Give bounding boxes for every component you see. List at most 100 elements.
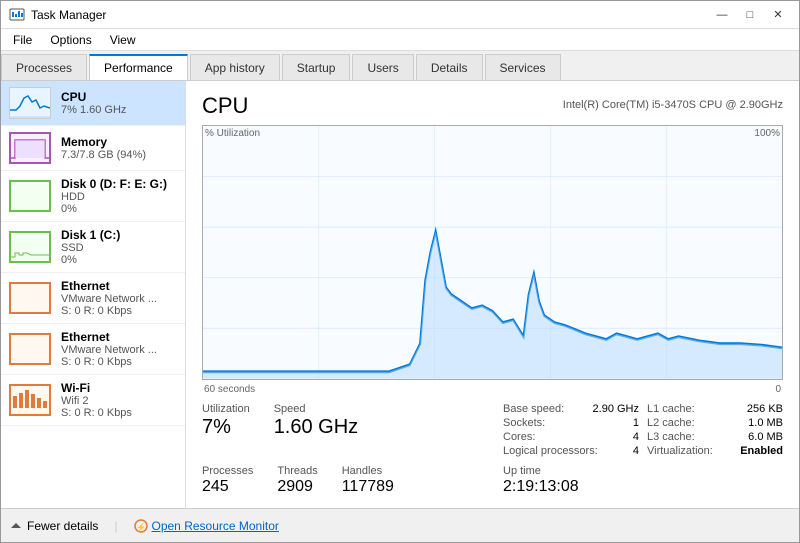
chart-x-labels: 60 seconds 0: [202, 384, 783, 395]
tab-app-history[interactable]: App history: [190, 54, 280, 80]
tab-details[interactable]: Details: [416, 54, 483, 80]
sidebar-item-cpu[interactable]: CPU 7% 1.60 GHz: [1, 81, 185, 126]
eth0-sub2: S: 0 R: 0 Kbps: [61, 305, 177, 317]
tab-performance[interactable]: Performance: [89, 54, 188, 80]
l1-val: 256 KB: [747, 403, 783, 415]
window-title: Task Manager: [31, 8, 106, 22]
utilization-label: Utilization: [202, 403, 250, 415]
memory-info: Memory 7.3/7.8 GB (94%): [61, 135, 177, 161]
chart-y-max: 100%: [754, 128, 780, 139]
eth0-sub1: VMware Network ...: [61, 293, 177, 305]
threads-label: Threads: [277, 465, 317, 477]
app-icon: [9, 7, 25, 23]
stat-threads: Threads 2909: [277, 465, 317, 496]
l2-key: L2 cache:: [647, 417, 695, 429]
content-area: CPU 7% 1.60 GHz Memory 7.3/7.8 GB (94%): [1, 81, 799, 508]
l3-val: 6.0 MB: [748, 431, 783, 443]
base-speed-val: 2.90 GHz: [593, 403, 639, 415]
stat-uptime: Up time 2:19:13:08: [503, 465, 783, 496]
svg-text:⚡: ⚡: [136, 522, 146, 532]
close-button[interactable]: ✕: [765, 5, 791, 25]
disk1-sub2: 0%: [61, 254, 177, 266]
detail-l3: L3 cache: 6.0 MB: [647, 431, 783, 443]
resource-monitor-label: Open Resource Monitor: [152, 519, 279, 533]
processes-value: 245: [202, 477, 253, 496]
tab-users[interactable]: Users: [352, 54, 413, 80]
tab-startup[interactable]: Startup: [282, 54, 351, 80]
disk0-name: Disk 0 (D: F: E: G:): [61, 177, 177, 191]
eth0-name: Ethernet: [61, 279, 177, 293]
disk1-thumb: [9, 231, 51, 263]
disk0-info: Disk 0 (D: F: E: G:) HDD 0%: [61, 177, 177, 215]
handles-label: Handles: [342, 465, 394, 477]
eth1-sub2: S: 0 R: 0 Kbps: [61, 356, 177, 368]
speed-value: 1.60 GHz: [274, 415, 358, 439]
stats-row2: Processes 245 Threads 2909 Handles 11778…: [202, 465, 783, 496]
threads-value: 2909: [277, 477, 317, 496]
eth1-info: Ethernet VMware Network ... S: 0 R: 0 Kb…: [61, 330, 177, 368]
memory-sub: 7.3/7.8 GB (94%): [61, 149, 177, 161]
maximize-button[interactable]: □: [737, 5, 763, 25]
stat-processes: Processes 245: [202, 465, 253, 496]
title-bar: Task Manager — □ ✕: [1, 1, 799, 29]
l2-val: 1.0 MB: [748, 417, 783, 429]
cpu-sub: 7% 1.60 GHz: [61, 104, 177, 116]
cores-val: 4: [633, 431, 639, 443]
l3-key: L3 cache:: [647, 431, 695, 443]
minimize-button[interactable]: —: [709, 5, 735, 25]
base-speed-key: Base speed:: [503, 403, 564, 415]
detail-sockets: Sockets: 1: [503, 417, 639, 429]
sidebar-item-eth0[interactable]: Ethernet VMware Network ... S: 0 R: 0 Kb…: [1, 273, 185, 324]
detail-virt: Virtualization: Enabled: [647, 445, 783, 457]
fewer-details-button[interactable]: Fewer details: [9, 519, 98, 533]
menu-options[interactable]: Options: [42, 31, 99, 49]
wifi-name: Wi-Fi: [61, 381, 177, 395]
disk0-sub2: 0%: [61, 203, 177, 215]
sidebar-item-memory[interactable]: Memory 7.3/7.8 GB (94%): [1, 126, 185, 171]
main-header: CPU Intel(R) Core(TM) i5-3470S CPU @ 2.9…: [202, 93, 783, 119]
stat-utilization: Utilization 7%: [202, 403, 250, 457]
sidebar-item-disk1[interactable]: Disk 1 (C:) SSD 0%: [1, 222, 185, 273]
fewer-details-label: Fewer details: [27, 519, 98, 533]
chart-x-right: 0: [775, 384, 781, 395]
eth1-thumb: [9, 333, 51, 365]
memory-name: Memory: [61, 135, 177, 149]
sockets-val: 1: [633, 417, 639, 429]
tab-processes[interactable]: Processes: [1, 54, 87, 80]
disk1-name: Disk 1 (C:): [61, 228, 177, 242]
memory-thumb: [9, 132, 51, 164]
detail-cores: Cores: 4: [503, 431, 639, 443]
logical-key: Logical processors:: [503, 445, 598, 457]
cpu-info: CPU 7% 1.60 GHz: [61, 90, 177, 116]
sidebar-item-eth1[interactable]: Ethernet VMware Network ... S: 0 R: 0 Kb…: [1, 324, 185, 375]
detail-l1: L1 cache: 256 KB: [647, 403, 783, 415]
disk0-thumb: [9, 180, 51, 212]
title-bar-left: Task Manager: [9, 7, 106, 23]
chart-x-left: 60 seconds: [204, 384, 255, 395]
menu-file[interactable]: File: [5, 31, 40, 49]
sidebar-item-wifi[interactable]: Wi-Fi Wifi 2 S: 0 R: 0 Kbps: [1, 375, 185, 426]
cpu-name: CPU: [61, 90, 177, 104]
bottom-bar: Fewer details | ⚡ Open Resource Monitor: [1, 508, 799, 542]
handles-value: 117789: [342, 477, 394, 496]
detail-grid: Base speed: 2.90 GHz L1 cache: 256 KB So…: [503, 403, 783, 457]
logical-val: 4: [633, 445, 639, 457]
sidebar-item-disk0[interactable]: Disk 0 (D: F: E: G:) HDD 0%: [1, 171, 185, 222]
menu-view[interactable]: View: [102, 31, 144, 49]
speed-label: Speed: [274, 403, 358, 415]
detail-base-speed: Base speed: 2.90 GHz: [503, 403, 639, 415]
detail-l2: L2 cache: 1.0 MB: [647, 417, 783, 429]
separator: |: [114, 519, 117, 533]
wifi-thumb: [9, 384, 51, 416]
tab-services[interactable]: Services: [485, 54, 561, 80]
resource-monitor-icon: ⚡: [134, 519, 148, 533]
cores-key: Cores:: [503, 431, 535, 443]
window-controls: — □ ✕: [709, 5, 791, 25]
main-panel: CPU Intel(R) Core(TM) i5-3470S CPU @ 2.9…: [186, 81, 799, 508]
cpu-title: CPU: [202, 93, 248, 119]
disk1-sub1: SSD: [61, 242, 177, 254]
resource-monitor-button[interactable]: ⚡ Open Resource Monitor: [134, 519, 279, 533]
eth0-info: Ethernet VMware Network ... S: 0 R: 0 Kb…: [61, 279, 177, 317]
wifi-sub1: Wifi 2: [61, 395, 177, 407]
chart-y-label: % Utilization: [205, 128, 260, 139]
